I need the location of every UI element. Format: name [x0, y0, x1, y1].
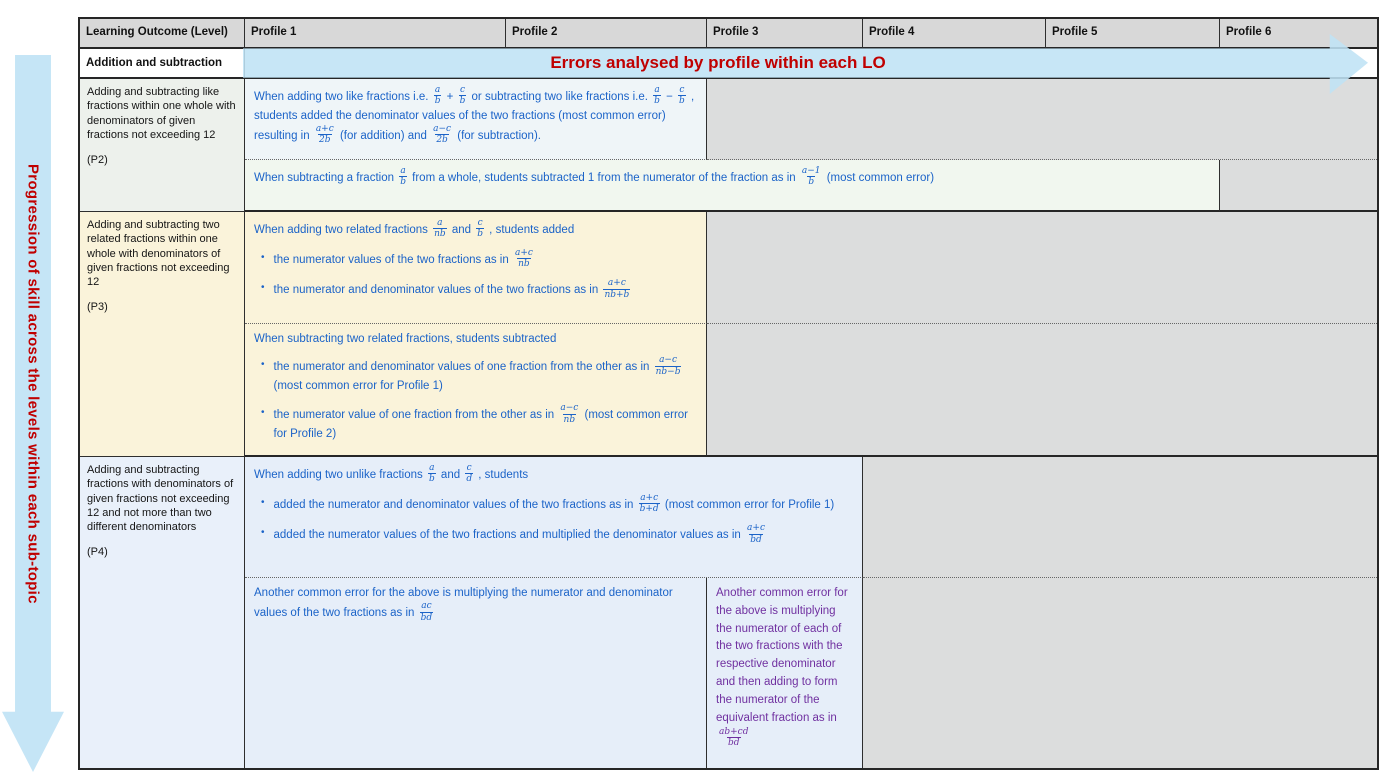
lo-level: (P4) [87, 545, 237, 559]
fraction: a−1b [799, 166, 824, 188]
error-cell-p2-row2: When subtracting a fraction ab from a wh… [245, 160, 1220, 212]
header-profile-3: Profile 3 [707, 19, 863, 49]
section-addition-subtraction: Addition and subtraction [80, 49, 245, 79]
progression-arrow-label: Progression of skill across the levels w… [2, 55, 64, 712]
paragraph: When adding two related fractions anb an… [254, 219, 697, 241]
errors-by-profile-table: Learning Outcome (Level) Profile 1 Profi… [78, 17, 1379, 770]
bullet-item: •the numerator values of the two fractio… [254, 249, 697, 271]
fraction: cd [463, 463, 475, 485]
bullet-item: •the numerator and denominator values of… [254, 279, 697, 301]
bullet-item: •the numerator and denominator values of… [254, 356, 697, 395]
lo-text: Adding and subtracting fractions with de… [87, 463, 237, 534]
fraction: ab+cdbd [716, 727, 751, 749]
fraction: a+c2b [313, 124, 337, 146]
header-profile-4: Profile 4 [863, 19, 1046, 49]
fraction: cb [676, 85, 688, 107]
paragraph: When adding two like fractions i.e. ab +… [254, 86, 697, 147]
bullet-icon: • [261, 279, 265, 301]
bullet-icon: • [261, 524, 265, 546]
progression-arrow: Progression of skill across the levels w… [2, 55, 64, 772]
header-profile-6: Profile 6 [1220, 19, 1377, 49]
fraction: ab [397, 166, 409, 188]
lo-level: (P3) [87, 300, 237, 314]
empty-cell-p3-row2 [707, 324, 1377, 457]
empty-cell-p4-row2 [863, 578, 1377, 768]
lo-text: Adding and subtracting two related fract… [87, 218, 237, 289]
empty-cell-p3-row1 [707, 212, 1377, 324]
fraction: a−cnb−b [653, 355, 684, 377]
header-profile-5: Profile 5 [1046, 19, 1220, 49]
top-arrow-zone [245, 49, 1377, 79]
paragraph: When adding two unlike fractions ab and … [254, 464, 853, 486]
fraction: a+cnb [512, 248, 536, 270]
error-cell-p3-row2: When subtracting two related fractions, … [245, 324, 707, 457]
lo-level: (P2) [87, 153, 237, 167]
fraction: acbd [418, 601, 436, 623]
bullet-item: •the numerator value of one fraction fro… [254, 404, 697, 443]
error-cell-p4-row1: When adding two unlike fractions ab and … [245, 457, 863, 578]
fraction: a+cnb+b [601, 278, 632, 300]
fraction: a+cbd [744, 523, 768, 545]
bullet-icon: • [261, 356, 265, 395]
fraction: a−cnb [557, 403, 581, 425]
lo-cell-p4: Adding and subtracting fractions with de… [80, 457, 245, 768]
lo-text: Adding and subtracting like fractions wi… [87, 85, 237, 142]
fraction: anb [431, 218, 449, 240]
empty-cell-p2-row2 [1220, 160, 1377, 212]
fraction: a−c2b [430, 124, 454, 146]
fraction: a+cb+d [637, 493, 662, 515]
header-learning-outcome: Learning Outcome (Level) [80, 19, 245, 49]
empty-cell-p4-row1 [863, 457, 1377, 578]
empty-cell-p2-row1 [707, 79, 1377, 160]
bullet-icon: • [261, 404, 265, 443]
fraction: ab [651, 85, 663, 107]
paragraph: When subtracting two related fractions, … [254, 331, 697, 348]
fraction: cb [474, 218, 486, 240]
lo-cell-p3: Adding and subtracting two related fract… [80, 212, 245, 457]
error-cell-p4-row2-profile3: Another common error for the above is mu… [707, 578, 863, 768]
paragraph: When subtracting a fraction ab from a wh… [254, 167, 1210, 189]
paragraph: Another common error for the above is mu… [716, 585, 853, 749]
header-profile-1: Profile 1 [245, 19, 506, 49]
paragraph: Another common error for the above is mu… [254, 585, 697, 624]
bullet-item: •added the numerator values of the two f… [254, 524, 853, 546]
fraction: ab [432, 85, 444, 107]
error-cell-p2-row1: When adding two like fractions i.e. ab +… [245, 79, 707, 160]
bullet-item: •added the numerator and denominator val… [254, 494, 853, 516]
lo-cell-p2: Adding and subtracting like fractions wi… [80, 79, 245, 212]
header-profile-2: Profile 2 [506, 19, 707, 49]
bullet-icon: • [261, 494, 265, 516]
error-cell-p4-row2-profiles12: Another common error for the above is mu… [245, 578, 707, 768]
error-cell-p3-row1: When adding two related fractions anb an… [245, 212, 707, 324]
bullet-icon: • [261, 249, 265, 271]
fraction: ab [426, 463, 438, 485]
fraction: cb [457, 85, 469, 107]
